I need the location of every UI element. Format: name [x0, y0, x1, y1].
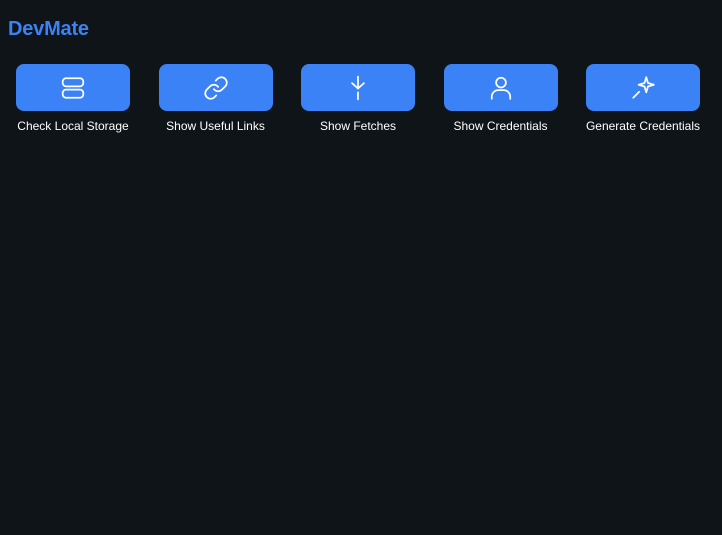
- generate-credentials-button[interactable]: [586, 64, 700, 111]
- magic-wand-icon: [632, 75, 655, 99]
- show-useful-links-label: Show Useful Links: [166, 119, 265, 133]
- show-credentials-label: Show Credentials: [453, 119, 548, 133]
- show-fetches-button[interactable]: [301, 64, 415, 111]
- check-local-storage-label: Check Local Storage: [17, 119, 129, 133]
- show-useful-links-tool[interactable]: Show Useful Links: [145, 64, 287, 133]
- generate-credentials-tool[interactable]: Generate Credentials: [572, 64, 714, 133]
- show-fetches-label: Show Fetches: [319, 119, 397, 133]
- check-local-storage-tool[interactable]: Check Local Storage: [2, 64, 144, 133]
- show-useful-links-button[interactable]: [158, 64, 273, 111]
- app-title: DevMate: [8, 18, 89, 40]
- tool-grid: Check Local Storage Show Useful Links Sh…: [0, 64, 722, 144]
- storage-icon: [61, 76, 85, 99]
- check-local-storage-button[interactable]: [16, 64, 130, 111]
- generate-credentials-label: Generate Credentials: [585, 119, 701, 133]
- link-icon: [203, 75, 228, 100]
- show-credentials-tool[interactable]: Show Credentials: [430, 64, 572, 133]
- fetch-arrow-icon: [351, 75, 365, 100]
- show-fetches-tool[interactable]: Show Fetches: [287, 64, 429, 133]
- user-icon: [490, 76, 511, 100]
- show-credentials-button[interactable]: [443, 64, 558, 111]
- devmate-app: DevMate Check Local Storage Show Useful …: [0, 0, 722, 535]
